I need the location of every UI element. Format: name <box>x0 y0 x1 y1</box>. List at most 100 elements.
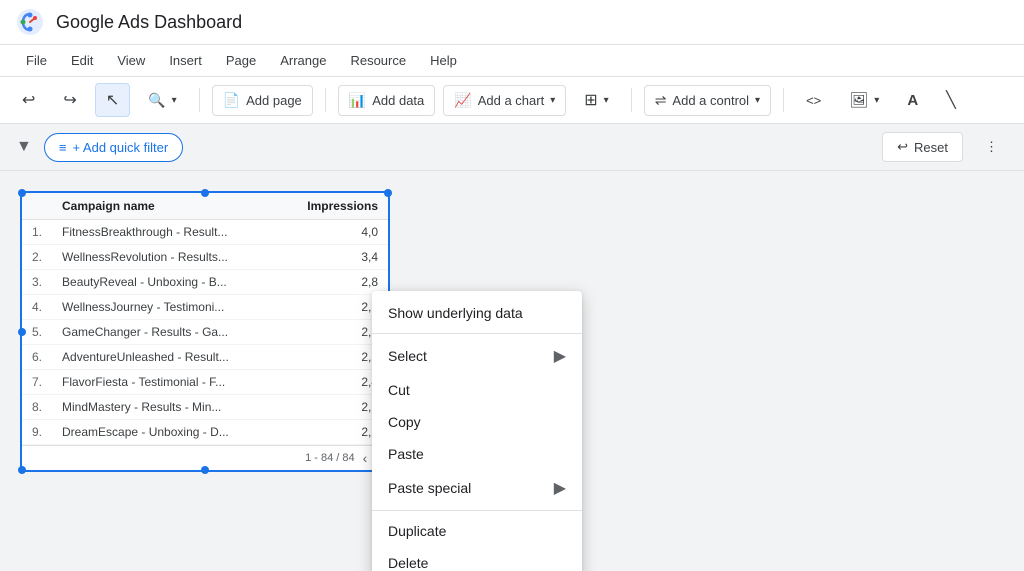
zoom-icon: 🔍 <box>148 92 165 109</box>
table-row: 4. WellnessJourney - Testimoni... 2,7 <box>22 295 388 320</box>
chart-dropdown-icon: ▾ <box>550 95 555 106</box>
filter-plus-icon: ≡ <box>59 140 67 155</box>
more-options-button[interactable]: ⋮ <box>975 133 1008 161</box>
row-impressions: 4,0 <box>278 220 388 245</box>
code-button[interactable]: <> <box>796 87 831 114</box>
undo-icon: ↩ <box>22 90 35 110</box>
filter-bar: ▼ ≡ + Add quick filter ↩ Reset ⋮ <box>0 124 1024 171</box>
image-button[interactable]: 🖼 ▾ <box>839 85 889 115</box>
select-tool-button[interactable]: ↖ <box>95 83 130 117</box>
add-quick-filter-button[interactable]: ≡ + Add quick filter <box>44 133 183 162</box>
more-icon: ⋮ <box>985 139 998 155</box>
toolbar-divider-4 <box>783 88 784 112</box>
pagination-text: 1 - 84 / 84 <box>305 452 355 464</box>
menu-item-paste-special[interactable]: Paste special ▶ <box>372 470 582 506</box>
add-page-button[interactable]: 📄 Add page <box>212 85 313 116</box>
menu-item-show-data[interactable]: Show underlying data <box>372 297 582 329</box>
add-page-label: Add page <box>246 93 302 108</box>
resize-handle-bottom-left[interactable] <box>18 466 26 474</box>
table-row: 6. AdventureUnleashed - Result... 2,5 <box>22 345 388 370</box>
resize-handle-top-right[interactable] <box>384 189 392 197</box>
add-control-label: Add a control <box>672 93 749 108</box>
row-num: 7. <box>22 370 52 395</box>
row-num: 4. <box>22 295 52 320</box>
zoom-button[interactable]: 🔍 ▾ <box>138 86 186 115</box>
reset-button[interactable]: ↩ Reset <box>882 132 963 162</box>
image-arrow: ▾ <box>874 95 879 106</box>
paste-special-arrow-icon: ▶ <box>554 478 566 498</box>
control-arrow-icon: ▾ <box>755 95 760 106</box>
redo-button[interactable]: ↪ <box>53 84 86 116</box>
resize-handle-top-middle[interactable] <box>201 189 209 197</box>
app-logo <box>16 8 44 36</box>
row-num: 8. <box>22 395 52 420</box>
add-filter-label: + Add quick filter <box>72 140 168 155</box>
text-button[interactable]: A <box>897 86 928 115</box>
menu-item-delete[interactable]: Delete <box>372 547 582 571</box>
menu-file[interactable]: File <box>16 49 57 72</box>
add-data-label: Add data <box>372 93 424 108</box>
select-label: Select <box>388 348 427 364</box>
add-chart-label: Add a chart <box>478 93 545 108</box>
row-campaign: BeautyReveal - Unboxing - B... <box>52 270 278 295</box>
table-row: 3. BeautyReveal - Unboxing - B... 2,8 <box>22 270 388 295</box>
menu-item-cut[interactable]: Cut <box>372 374 582 406</box>
resize-handle-top-left[interactable] <box>18 189 26 197</box>
menu-edit[interactable]: Edit <box>61 49 103 72</box>
context-menu-divider-2 <box>372 510 582 511</box>
undo-button[interactable]: ↩ <box>12 84 45 116</box>
app-title: Google Ads Dashboard <box>56 12 1008 33</box>
row-num: 5. <box>22 320 52 345</box>
menu-insert[interactable]: Insert <box>159 49 212 72</box>
duplicate-label: Duplicate <box>388 523 446 539</box>
line-button[interactable]: ╲ <box>936 84 966 116</box>
resize-handle-middle-left[interactable] <box>18 328 26 336</box>
resize-handle-bottom-middle[interactable] <box>201 466 209 474</box>
row-campaign: WellnessJourney - Testimoni... <box>52 295 278 320</box>
menu-item-duplicate[interactable]: Duplicate <box>372 515 582 547</box>
chart-type-button[interactable]: ⊞ ▾ <box>574 84 618 116</box>
toolbar-divider-2 <box>325 88 326 112</box>
row-num: 1. <box>22 220 52 245</box>
row-num: 3. <box>22 270 52 295</box>
context-menu: Show underlying data Select ▶ Cut Copy P… <box>372 291 582 571</box>
menu-item-paste[interactable]: Paste <box>372 438 582 470</box>
code-icon: <> <box>806 93 821 108</box>
filter-icon: ▼ <box>16 138 32 156</box>
toolbar: ↩ ↪ ↖ 🔍 ▾ 📄 Add page 📊 Add data 📈 Add a … <box>0 77 1024 124</box>
table-row: 8. MindMastery - Results - Min... 2,1 <box>22 395 388 420</box>
add-data-button[interactable]: 📊 Add data <box>338 85 435 116</box>
table-row: 1. FitnessBreakthrough - Result... 4,0 <box>22 220 388 245</box>
table-row: 5. GameChanger - Results - Ga... 2,6 <box>22 320 388 345</box>
reset-icon: ↩ <box>897 139 908 155</box>
cut-label: Cut <box>388 382 410 398</box>
table-row: 2. WellnessRevolution - Results... 3,4 <box>22 245 388 270</box>
add-chart-button[interactable]: 📈 Add a chart ▾ <box>443 85 566 116</box>
row-campaign: FitnessBreakthrough - Result... <box>52 220 278 245</box>
row-impressions: 2,8 <box>278 270 388 295</box>
text-icon: A <box>907 92 918 109</box>
table-header-impressions: Impressions <box>278 193 388 220</box>
select-arrow-icon: ▶ <box>554 346 566 366</box>
row-campaign: MindMastery - Results - Min... <box>52 395 278 420</box>
row-campaign: DreamEscape - Unboxing - D... <box>52 420 278 445</box>
row-num: 9. <box>22 420 52 445</box>
show-data-label: Show underlying data <box>388 305 523 321</box>
chart-type-icon: ⊞ <box>584 90 597 110</box>
paste-label: Paste <box>388 446 424 462</box>
menu-view[interactable]: View <box>107 49 155 72</box>
title-bar: Google Ads Dashboard <box>0 0 1024 45</box>
add-control-button[interactable]: ⇌ Add a control ▾ <box>644 85 771 116</box>
add-control-icon: ⇌ <box>655 92 667 109</box>
menu-resource[interactable]: Resource <box>340 49 416 72</box>
menu-item-copy[interactable]: Copy <box>372 406 582 438</box>
redo-icon: ↪ <box>63 90 76 110</box>
add-data-icon: 📊 <box>349 92 366 109</box>
paste-special-label: Paste special <box>388 480 471 496</box>
row-impressions: 3,4 <box>278 245 388 270</box>
pagination-prev-button[interactable]: ‹ <box>363 450 368 466</box>
menu-page[interactable]: Page <box>216 49 266 72</box>
menu-help[interactable]: Help <box>420 49 467 72</box>
menu-item-select[interactable]: Select ▶ <box>372 338 582 374</box>
menu-arrange[interactable]: Arrange <box>270 49 336 72</box>
